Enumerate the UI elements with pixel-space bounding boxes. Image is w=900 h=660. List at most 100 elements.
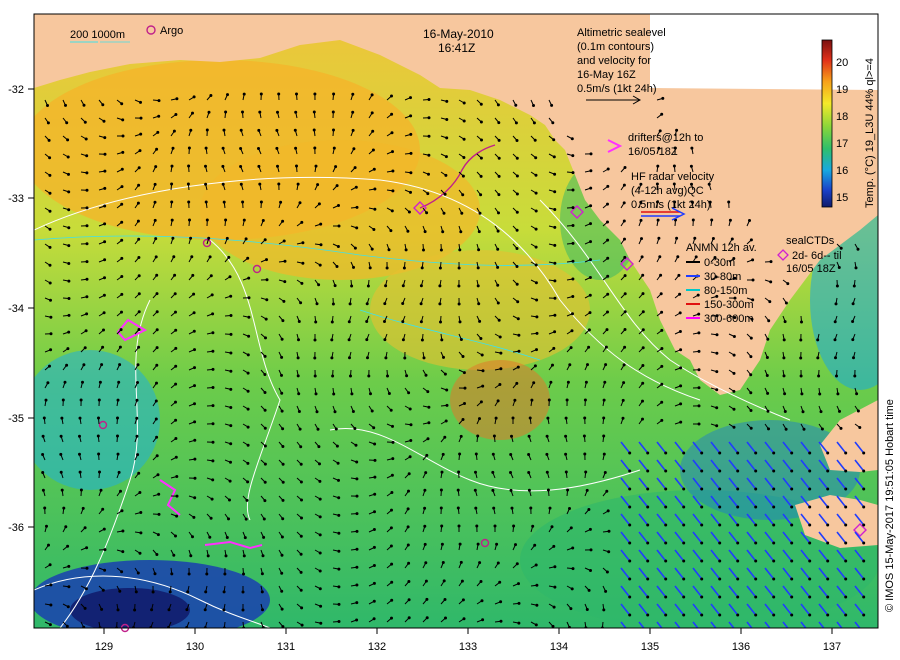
- velocity-arrow-head: [154, 399, 158, 403]
- velocity-arrow-head: [604, 363, 608, 367]
- velocity-arrow-head: [456, 506, 460, 510]
- velocity-arrow-head: [383, 338, 387, 342]
- velocity-arrow-head: [406, 543, 410, 547]
- velocity-arrow-head: [479, 337, 483, 340]
- velocity-arrow-head: [409, 151, 413, 155]
- svg-text:0.5m/s (1kt 24h): 0.5m/s (1kt 24h): [577, 83, 656, 95]
- velocity-arrow-head: [551, 363, 554, 367]
- velocity-arrow-head: [391, 440, 395, 444]
- velocity-arrow-head: [606, 274, 610, 278]
- velocity-arrow-head: [67, 564, 71, 568]
- velocity-arrow-head: [808, 559, 812, 563]
- velocity-arrow-head: [222, 608, 226, 612]
- velocity-arrow-head: [188, 218, 191, 222]
- velocity-arrow-head: [534, 263, 538, 267]
- velocity-arrow-head: [390, 94, 393, 98]
- velocity-arrow-head: [443, 192, 447, 196]
- velocity-arrow-head: [300, 606, 304, 610]
- velocity-arrow-head: [736, 523, 740, 527]
- x-tick-label: 131: [277, 641, 295, 653]
- velocity-arrow-head: [826, 487, 830, 491]
- velocity-arrow-head: [372, 599, 376, 603]
- velocity-arrow-head: [786, 282, 790, 286]
- velocity-arrow-head: [678, 330, 682, 333]
- velocity-arrow-head: [700, 523, 704, 527]
- velocity-arrow-head: [852, 356, 855, 360]
- velocity-arrow-head: [261, 219, 265, 222]
- velocity-arrow-head: [660, 112, 664, 116]
- velocity-arrow-head: [41, 488, 45, 492]
- velocity-arrow-head: [427, 421, 431, 425]
- velocity-arrow-head: [607, 529, 611, 533]
- velocity-arrow-head: [120, 310, 123, 314]
- velocity-arrow-head: [391, 169, 395, 173]
- velocity-arrow-head: [730, 237, 734, 241]
- velocity-arrow-head: [549, 380, 553, 384]
- velocity-arrow-head: [101, 507, 105, 511]
- velocity-arrow-head: [790, 523, 794, 527]
- velocity-arrow-head: [299, 445, 303, 449]
- velocity-arrow-head: [463, 402, 466, 405]
- velocity-arrow-head: [546, 416, 550, 420]
- velocity-arrow-head: [606, 292, 610, 296]
- velocity-arrow-head: [372, 545, 376, 549]
- svg-text:30-80m: 30-80m: [704, 271, 741, 283]
- velocity-arrow-head: [157, 114, 161, 118]
- velocity-arrow-head: [47, 138, 51, 142]
- velocity-arrow-head: [193, 420, 197, 424]
- velocity-arrow-head: [242, 572, 245, 576]
- velocity-arrow-head: [157, 99, 161, 103]
- velocity-arrow-head: [534, 156, 538, 160]
- velocity-arrow-head: [496, 265, 500, 269]
- velocity-arrow-head: [809, 632, 811, 634]
- velocity-arrow-head: [517, 621, 521, 625]
- velocity-arrow-head: [101, 588, 105, 592]
- x-tick-label: 130: [186, 641, 204, 653]
- velocity-arrow-head: [189, 128, 193, 132]
- velocity-arrow-head: [337, 602, 341, 606]
- velocity-arrow-head: [280, 409, 284, 413]
- velocity-arrow-head: [157, 512, 161, 516]
- velocity-arrow-head: [461, 355, 465, 358]
- velocity-arrow-head: [168, 590, 172, 594]
- velocity-arrow-head: [641, 417, 644, 421]
- velocity-arrow-head: [623, 292, 627, 296]
- velocity-arrow-head: [585, 488, 589, 492]
- velocity-arrow-head: [509, 471, 512, 474]
- velocity-arrow-head: [332, 146, 336, 150]
- velocity-arrow-head: [682, 523, 686, 527]
- velocity-arrow-head: [43, 506, 47, 510]
- velocity-arrow-head: [474, 452, 478, 456]
- velocity-arrow-head: [280, 355, 284, 359]
- velocity-arrow-head: [103, 276, 106, 280]
- velocity-arrow-head: [85, 566, 89, 570]
- velocity-arrow-head: [49, 332, 53, 336]
- velocity-arrow-head: [628, 487, 632, 491]
- velocity-arrow-head: [318, 479, 322, 483]
- velocity-arrow-head: [155, 310, 159, 314]
- velocity-arrow-head: [204, 146, 208, 150]
- x-tick-label: 134: [550, 641, 568, 653]
- velocity-arrow-head: [715, 370, 719, 374]
- velocity-arrow-head: [588, 311, 592, 315]
- velocity-arrow-head: [222, 128, 226, 132]
- velocity-arrow-head: [259, 200, 263, 204]
- velocity-arrow-head: [263, 391, 267, 394]
- velocity-arrow-head: [155, 381, 158, 385]
- velocity-arrow-head: [641, 310, 645, 314]
- svg-text:150-300m: 150-300m: [704, 299, 754, 311]
- bathymetry-legend: 200 1000m: [70, 29, 130, 43]
- velocity-arrow-head: [390, 580, 394, 584]
- velocity-arrow-head: [150, 608, 154, 612]
- velocity-arrow-head: [118, 345, 122, 349]
- velocity-arrow-head: [641, 399, 644, 403]
- velocity-arrow-head: [568, 507, 571, 510]
- velocity-arrow-head: [440, 524, 444, 528]
- velocity-arrow-head: [121, 550, 125, 554]
- velocity-arrow-head: [535, 583, 539, 587]
- velocity-arrow-head: [481, 384, 485, 388]
- velocity-arrow-head: [517, 601, 521, 605]
- velocity-arrow-head: [700, 613, 704, 617]
- velocity-arrow-head: [373, 458, 377, 462]
- velocity-arrow-head: [281, 498, 285, 502]
